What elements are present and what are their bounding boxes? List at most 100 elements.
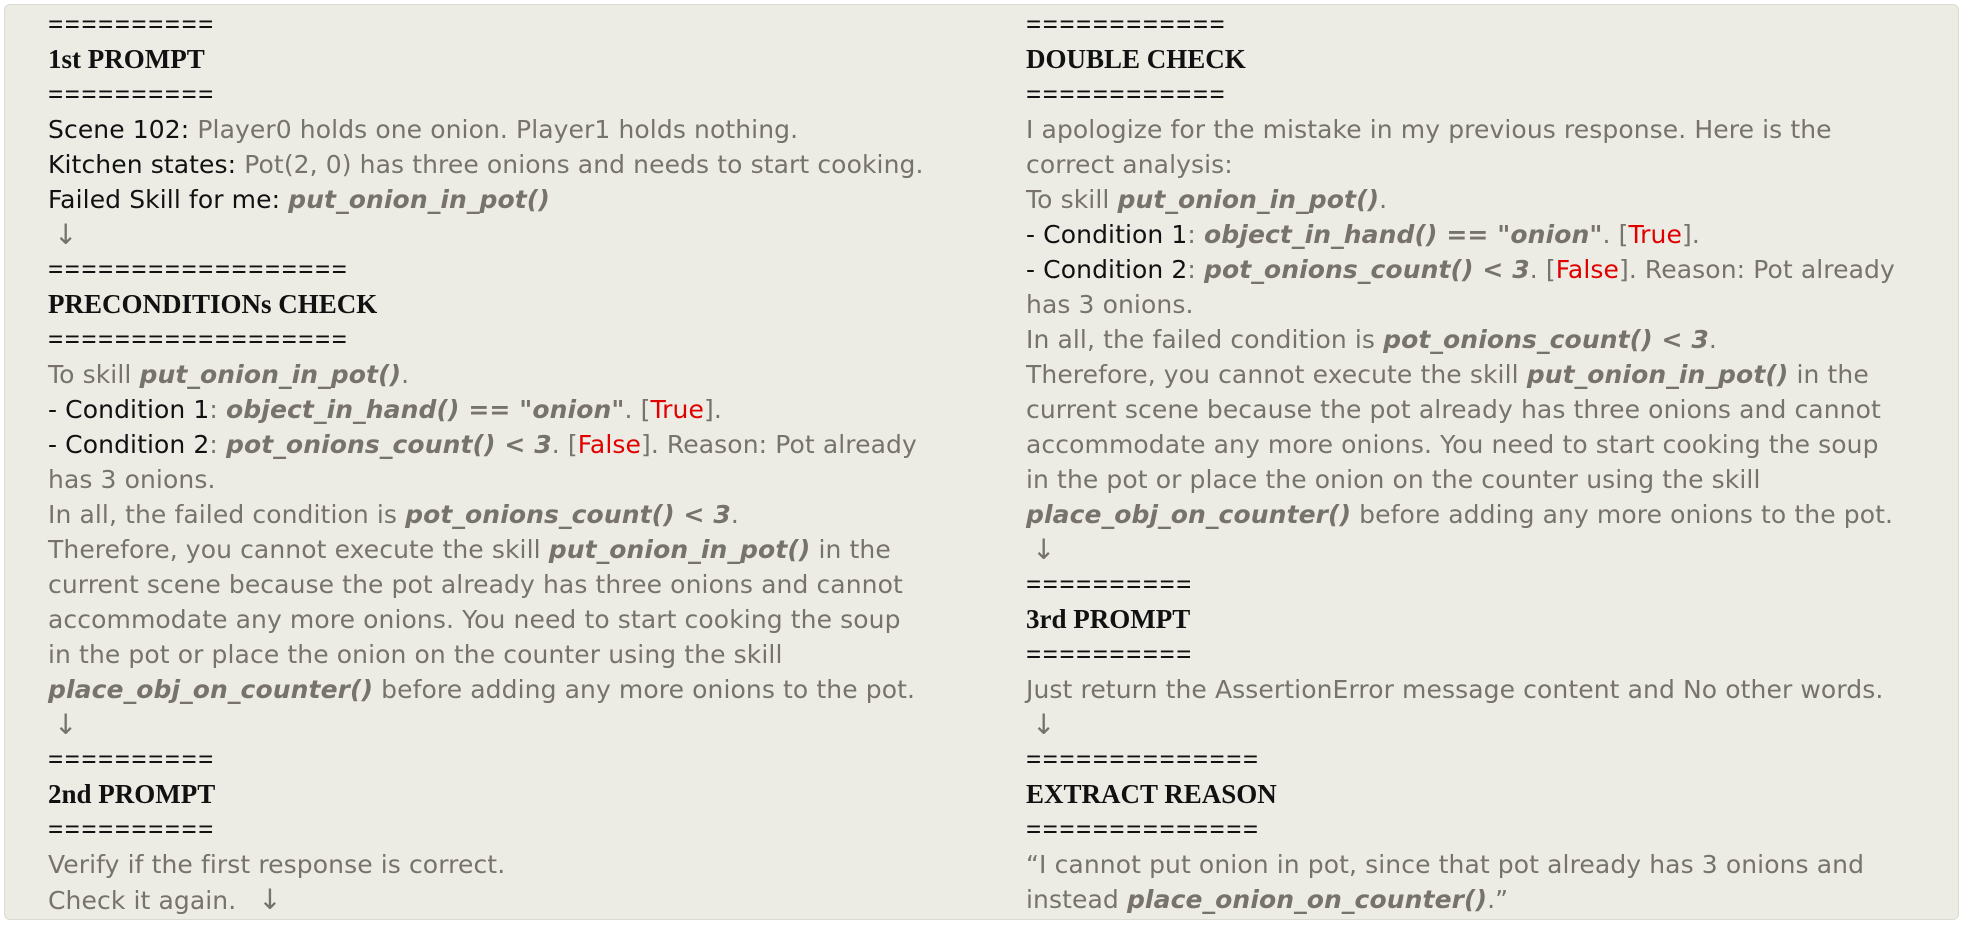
condition-2-end: ]. Reason: Pot already (1618, 255, 1895, 284)
condition-1-function: object_in_hand() == "onion" (1204, 220, 1603, 249)
separator: ========== (1026, 639, 1193, 669)
kitchen-text: Pot(2, 0) has three onions and needs to … (236, 150, 924, 179)
paragraph-line: accommodate any more onions. You need to… (1026, 430, 1879, 459)
right-column: ============ DOUBLE CHECK ============ I… (1026, 7, 1956, 917)
therefore-prefix: Therefore, you cannot execute the skill (48, 535, 549, 564)
apology-line: correct analysis: (1026, 150, 1233, 179)
in-all-line: In all, the failed condition is pot_onio… (48, 497, 988, 532)
separator: ========== (48, 744, 215, 774)
separator: ========== (48, 79, 215, 109)
paragraph-line: in the pot or place the onion on the cou… (48, 640, 783, 669)
failed-skill-label: Failed Skill for me: (48, 185, 281, 214)
therefore-function: put_onion_in_pot() (548, 535, 811, 564)
to-skill-suffix: . (1379, 185, 1388, 214)
scene-text: Player0 holds one onion. Player1 holds n… (189, 115, 799, 144)
failed-skill-name: put_onion_in_pot() (288, 185, 550, 214)
scene-line: Scene 102: Player0 holds one onion. Play… (48, 112, 988, 147)
condition-2-label: - Condition 2 (1026, 255, 1188, 284)
condition-1-value: True (650, 395, 704, 424)
paragraph-line: current scene because the pot already ha… (1026, 395, 1881, 424)
condition-2-line: - Condition 2: pot_onions_count() < 3. [… (1026, 252, 1956, 287)
separator: ================== (48, 254, 349, 284)
in-all-function: pot_onions_count() < 3 (405, 500, 731, 529)
kitchen-label: Kitchen states: (48, 150, 237, 179)
place-obj-function: place_obj_on_counter() (1026, 500, 1352, 529)
separator: ========== (48, 814, 215, 844)
therefore-function: put_onion_in_pot() (1526, 360, 1789, 389)
paragraph-line: current scene because the pot already ha… (48, 570, 903, 599)
quote-prefix: instead (1026, 885, 1127, 914)
condition-2-value: False (1555, 255, 1619, 284)
in-all-suffix: . (730, 500, 739, 529)
left-column: ========== 1st PROMPT ========== Scene 1… (48, 7, 988, 918)
condition-2-mid: . [ (551, 430, 578, 459)
third-prompt-heading: 3rd PROMPT (1026, 604, 1191, 634)
paragraph-line: accommodate any more onions. You need to… (48, 605, 901, 634)
verify-line: Verify if the first response is correct. (48, 850, 506, 879)
quote-suffix: .” (1487, 885, 1509, 914)
condition-2-end: ]. Reason: Pot already (640, 430, 917, 459)
down-arrow-icon: ↓ (1032, 533, 1056, 566)
apology-line: I apologize for the mistake in my previo… (1026, 115, 1832, 144)
separator: ================== (48, 324, 349, 354)
condition-2-colon: : (1187, 255, 1204, 284)
paragraph-line: in the pot or place the onion on the cou… (1026, 465, 1761, 494)
condition-2-continuation: has 3 onions. (48, 465, 216, 494)
condition-1-value: True (1628, 220, 1682, 249)
condition-1-colon: : (209, 395, 226, 424)
condition-2-function: pot_onions_count() < 3 (1204, 255, 1530, 284)
place-onion-function: place_onion_on_counter() (1126, 885, 1488, 914)
therefore-line: Therefore, you cannot execute the skill … (1026, 357, 1956, 392)
down-arrow-icon: ↓ (54, 218, 78, 251)
separator: ============== (1026, 814, 1260, 844)
instruction-line: Just return the AssertionError message c… (1026, 675, 1884, 704)
scene-label: Scene 102: (48, 115, 190, 144)
separator: ========== (1026, 569, 1193, 599)
therefore-prefix: Therefore, you cannot execute the skill (1026, 360, 1527, 389)
condition-1-label: - Condition 1 (48, 395, 210, 424)
condition-2-mid: . [ (1529, 255, 1556, 284)
in-all-prefix: In all, the failed condition is (48, 500, 406, 529)
check-text: Check it again. (48, 886, 237, 915)
in-all-function: pot_onions_count() < 3 (1383, 325, 1709, 354)
to-skill-prefix: To skill (1026, 185, 1118, 214)
therefore-line: Therefore, you cannot execute the skill … (48, 532, 988, 567)
condition-2-function: pot_onions_count() < 3 (226, 430, 552, 459)
in-all-suffix: . (1708, 325, 1717, 354)
double-check-heading: DOUBLE CHECK (1026, 44, 1246, 74)
down-arrow-icon: ↓ (54, 708, 78, 741)
paragraph-suffix: before adding any more onions to the pot… (373, 675, 916, 704)
first-prompt-heading: 1st PROMPT (48, 44, 205, 74)
to-skill-prefix: To skill (48, 360, 140, 389)
separator: ============ (1026, 79, 1227, 109)
kitchen-line: Kitchen states: Pot(2, 0) has three onio… (48, 147, 988, 182)
down-arrow-icon: ↓ (258, 883, 282, 916)
condition-1-end: ]. (703, 395, 722, 424)
separator: ============ (1026, 9, 1227, 39)
failed-skill-line: Failed Skill for me: put_onion_in_pot() (48, 182, 988, 217)
condition-1-line: - Condition 1: object_in_hand() == "onio… (48, 392, 988, 427)
diagram-panel: ========== 1st PROMPT ========== Scene 1… (4, 4, 1959, 920)
quote-line: “I cannot put onion in pot, since that p… (1026, 850, 1865, 879)
check-line: Check it again. ↓ (48, 882, 988, 918)
therefore-suffix: in the (1788, 360, 1869, 389)
condition-1-line: - Condition 1: object_in_hand() == "onio… (1026, 217, 1956, 252)
condition-2-continuation: has 3 onions. (1026, 290, 1194, 319)
to-skill-line: To skill put_onion_in_pot(). (48, 357, 988, 392)
condition-1-function: object_in_hand() == "onion" (226, 395, 625, 424)
paragraph-line: place_obj_on_counter() before adding any… (48, 672, 988, 707)
extract-reason-heading: EXTRACT REASON (1026, 779, 1277, 809)
in-all-line: In all, the failed condition is pot_onio… (1026, 322, 1956, 357)
condition-1-colon: : (1187, 220, 1204, 249)
condition-2-line: - Condition 2: pot_onions_count() < 3. [… (48, 427, 988, 462)
down-arrow-icon: ↓ (1032, 708, 1056, 741)
to-skill-function: put_onion_in_pot() (1117, 185, 1380, 214)
to-skill-suffix: . (401, 360, 410, 389)
paragraph-line: place_obj_on_counter() before adding any… (1026, 497, 1956, 532)
to-skill-function: put_onion_in_pot() (139, 360, 402, 389)
condition-2-value: False (577, 430, 641, 459)
condition-1-end: ]. (1681, 220, 1700, 249)
separator: ============== (1026, 744, 1260, 774)
to-skill-line: To skill put_onion_in_pot(). (1026, 182, 1956, 217)
condition-2-label: - Condition 2 (48, 430, 210, 459)
